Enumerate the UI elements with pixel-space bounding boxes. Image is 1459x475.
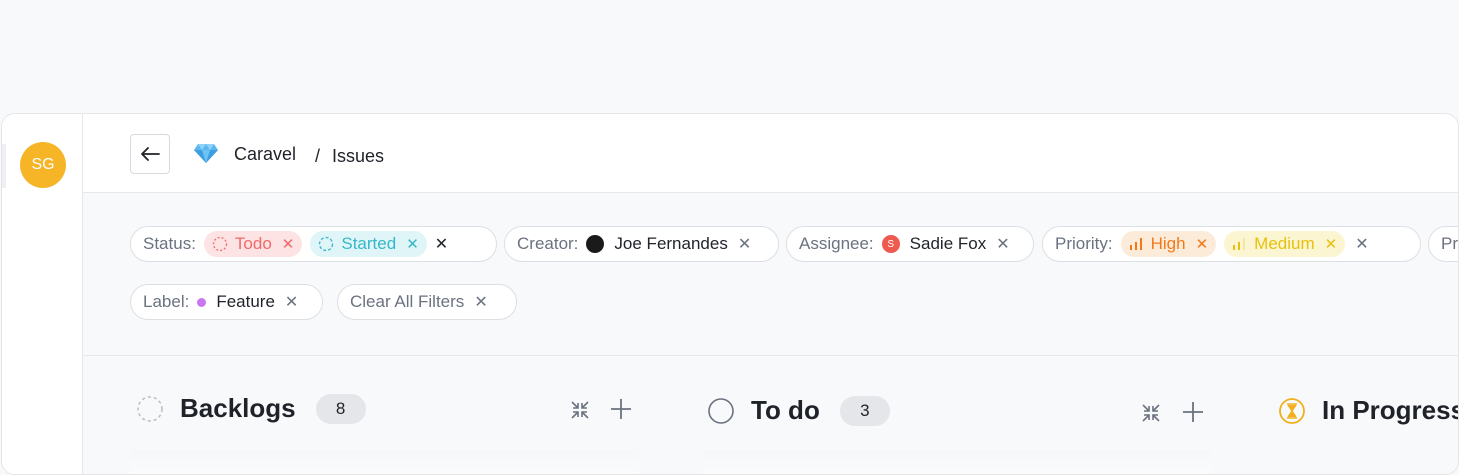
breadcrumb-separator: /: [315, 146, 321, 166]
sidebar: SG: [2, 114, 83, 474]
clear-priority-icon[interactable]: ✕: [1355, 234, 1368, 254]
column-header-todo: To do 3: [707, 395, 890, 426]
signal-bars-icon: [1233, 238, 1246, 250]
clear-creator-icon[interactable]: ✕: [738, 234, 751, 254]
label-filter: Label: Feature ✕: [130, 284, 323, 320]
hourglass-icon: [1279, 397, 1305, 424]
column-title: To do: [751, 395, 820, 425]
dashed-circle-icon: [137, 395, 163, 422]
column-header-in-progress: In Progress: [1278, 395, 1459, 426]
collapse-icon: [571, 401, 589, 419]
dashed-circle-icon: [212, 236, 228, 252]
column-header-backlogs: Backlogs 8: [136, 393, 366, 424]
assignee-filter: Assignee: S Sadie Fox ✕: [786, 226, 1034, 262]
plus-icon: [611, 399, 631, 419]
assignee-name: Sadie Fox: [909, 234, 987, 253]
circle-icon: [708, 397, 734, 424]
gem-icon: [194, 144, 218, 163]
breadcrumb-page: Issues: [332, 146, 385, 166]
back-button[interactable]: [130, 134, 170, 174]
collapse-column-button[interactable]: [567, 397, 593, 423]
column-count: 8: [315, 393, 366, 424]
column-body-backlogs: [131, 451, 639, 474]
arrow-left-icon: [141, 147, 160, 161]
status-chip-label: Started: [341, 234, 397, 253]
status-chip-todo: Todo ✕: [203, 231, 303, 257]
breadcrumb-project[interactable]: Caravel: [234, 144, 296, 165]
column-body-todo: [703, 451, 1211, 474]
label-filter-key: Label:: [143, 292, 190, 311]
filter-bar: Status: Todo ✕ Started ✕ ✕ Creator: Joe …: [83, 193, 1458, 356]
creator-name: Joe Fernandes: [614, 234, 728, 253]
status-filter: Status: Todo ✕ Started ✕ ✕: [130, 226, 497, 262]
main-content: Caravel / Issues Status: Todo ✕ Started …: [83, 114, 1458, 474]
priority-filter: Priority: High ✕ Medium ✕ ✕: [1042, 226, 1421, 262]
collapse-column-button[interactable]: [1138, 400, 1164, 426]
clear-assignee-icon[interactable]: ✕: [996, 234, 1009, 254]
column-count: 3: [839, 395, 890, 426]
assignee-filter-key: Assignee:: [799, 234, 874, 253]
priority-chip-label: High: [1150, 234, 1186, 253]
assignee-avatar: S: [881, 235, 900, 253]
priority-filter-key: Priority:: [1055, 234, 1113, 253]
clear-label-icon[interactable]: ✕: [285, 292, 298, 312]
status-chip-started: Started ✕: [310, 231, 427, 257]
add-issue-button[interactable]: [1180, 399, 1206, 425]
signal-bars-icon: [1129, 238, 1142, 250]
status-filter-key: Status:: [143, 234, 196, 253]
header: Caravel / Issues: [83, 114, 1458, 193]
creator-filter: Creator: Joe Fernandes ✕: [504, 226, 779, 262]
label-color-dot: [197, 297, 207, 307]
priority-chip-high: High ✕: [1120, 231, 1217, 257]
priority-chip-medium: Medium ✕: [1224, 231, 1346, 257]
dashed-circle-icon: [319, 236, 334, 252]
status-chip-label: Todo: [234, 234, 272, 253]
clear-all-label: Clear All Filters: [350, 292, 465, 311]
creator-avatar: [586, 235, 605, 253]
add-issue-button[interactable]: [608, 396, 634, 422]
clear-all-icon: ✕: [474, 294, 488, 311]
remove-high-icon[interactable]: ✕: [1196, 235, 1209, 253]
app-window: SG Caravel / Issues Status: Todo ✕ Start…: [1, 113, 1459, 475]
more-filter[interactable]: Pr: [1428, 226, 1458, 262]
column-title: In Progress: [1322, 395, 1459, 425]
clear-all-filters-button[interactable]: Clear All Filters ✕: [337, 284, 517, 320]
column-title: Backlogs: [180, 393, 296, 423]
priority-chip-label: Medium: [1254, 234, 1315, 253]
remove-medium-icon[interactable]: ✕: [1325, 235, 1338, 253]
remove-started-icon[interactable]: ✕: [406, 235, 419, 253]
creator-filter-key: Creator:: [517, 234, 579, 253]
clear-status-icon[interactable]: ✕: [435, 234, 448, 254]
label-name: Feature: [216, 292, 275, 311]
remove-todo-icon[interactable]: ✕: [282, 235, 295, 253]
collapse-icon: [1142, 404, 1160, 422]
sidebar-active-indicator: [2, 144, 6, 188]
user-avatar[interactable]: SG: [20, 142, 66, 188]
kanban-board: Backlogs 8 To do 3 In Progress: [83, 356, 1459, 474]
more-filter-key: Pr: [1441, 234, 1458, 253]
plus-icon: [1183, 402, 1203, 422]
